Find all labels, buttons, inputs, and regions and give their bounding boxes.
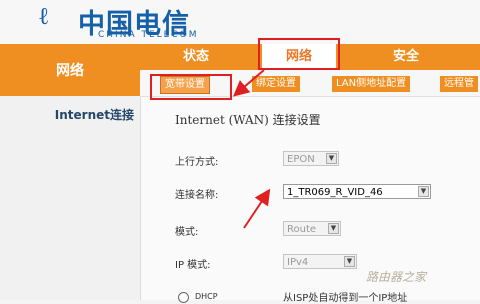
connection-name-select[interactable]: 1_TR069_R_VID_46 ▼ bbox=[283, 184, 431, 199]
uplink-mode-label: 上行方式: bbox=[175, 157, 219, 168]
subtab-binding-settings[interactable]: 绑定设置 bbox=[252, 76, 300, 92]
sidebar: Internet连接 bbox=[0, 96, 141, 300]
connection-name-label: 连接名称: bbox=[175, 190, 219, 201]
dhcp-radio[interactable] bbox=[178, 292, 189, 303]
mode-value: Route bbox=[287, 224, 317, 235]
sidebar-title-label: 网络 bbox=[56, 63, 84, 79]
header: ℓ 中国电信 CHINA TELECOM bbox=[0, 0, 480, 45]
connection-name-value: 1_TR069_R_VID_46 bbox=[287, 187, 383, 198]
network-tab-highlight bbox=[258, 38, 340, 70]
tab-status[interactable]: 状态 bbox=[156, 44, 236, 70]
chevron-down-icon: ▼ bbox=[326, 153, 337, 164]
sidebar-title: 网络 bbox=[0, 44, 140, 96]
tab-security[interactable]: 安全 bbox=[366, 44, 446, 70]
chevron-down-icon: ▼ bbox=[418, 186, 429, 197]
chevron-down-icon: ▼ bbox=[328, 223, 339, 234]
dhcp-description: 从ISP处自动得到一个IP地址 bbox=[283, 293, 408, 304]
sidebar-item-internet[interactable]: Internet连接 bbox=[0, 106, 134, 123]
mode-select[interactable]: Route ▼ bbox=[283, 221, 341, 236]
ip-mode-label: IP 模式: bbox=[175, 260, 211, 271]
subtab-lan-address[interactable]: LAN侧地址配置 bbox=[332, 76, 411, 92]
uplink-mode-value: EPON bbox=[287, 154, 315, 165]
brand-name-en: CHINA TELECOM bbox=[98, 30, 199, 40]
page-title: Internet (WAN) 连接设置 bbox=[175, 113, 321, 127]
ip-mode-value: IPv4 bbox=[287, 257, 309, 268]
uplink-mode-select[interactable]: EPON ▼ bbox=[283, 151, 339, 166]
chevron-down-icon: ▼ bbox=[344, 256, 355, 267]
broadband-tab-highlight bbox=[150, 74, 232, 100]
china-telecom-logo-icon: ℓ bbox=[38, 2, 50, 30]
ip-mode-select[interactable]: IPv4 ▼ bbox=[283, 254, 357, 269]
main-content: Internet (WAN) 连接设置 上行方式: EPON ▼ 连接名称: 1… bbox=[141, 97, 480, 304]
subtab-remote-management[interactable]: 远程管 bbox=[440, 76, 478, 92]
watermark: 路由器之家 bbox=[366, 270, 427, 284]
mode-label: 模式: bbox=[175, 227, 199, 238]
